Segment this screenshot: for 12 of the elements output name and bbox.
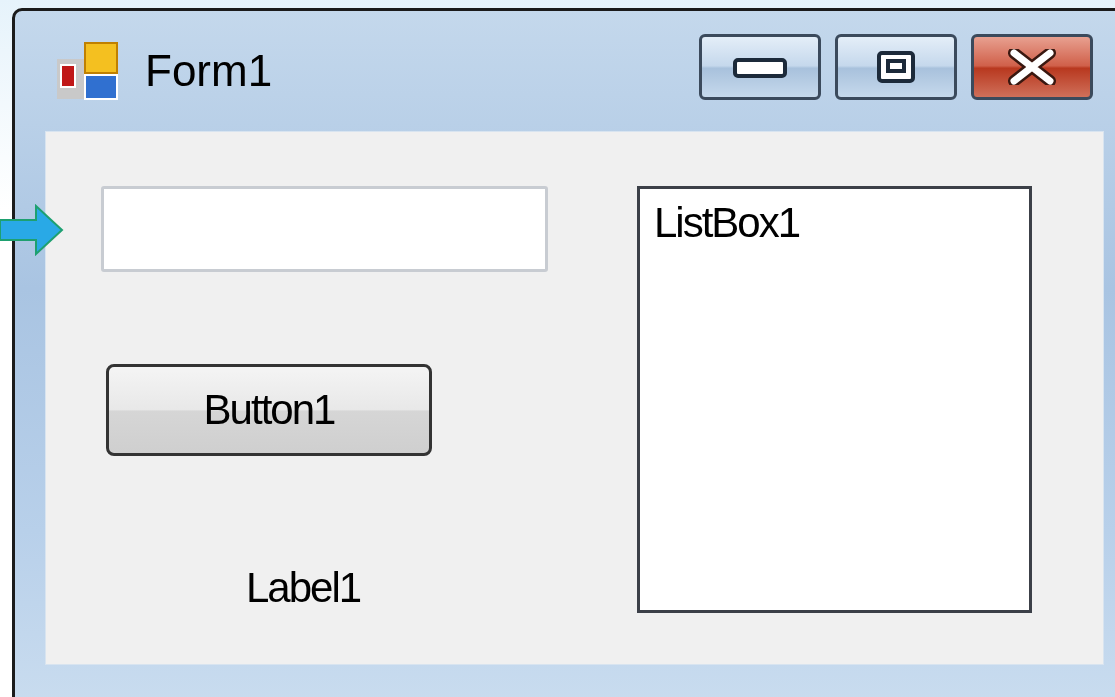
button[interactable]: Button1 xyxy=(106,364,432,456)
list-box[interactable]: ListBox1 xyxy=(637,186,1032,613)
maximize-icon xyxy=(876,50,916,84)
close-icon xyxy=(1008,49,1056,85)
maximize-button[interactable] xyxy=(835,34,957,100)
app-icon xyxy=(55,41,121,101)
arrow-icon xyxy=(0,204,64,256)
label: Label1 xyxy=(246,564,361,612)
close-button[interactable] xyxy=(971,34,1093,100)
minimize-button[interactable] xyxy=(699,34,821,100)
list-item[interactable]: ListBox1 xyxy=(654,199,1015,247)
window-title: Form1 xyxy=(145,46,274,96)
